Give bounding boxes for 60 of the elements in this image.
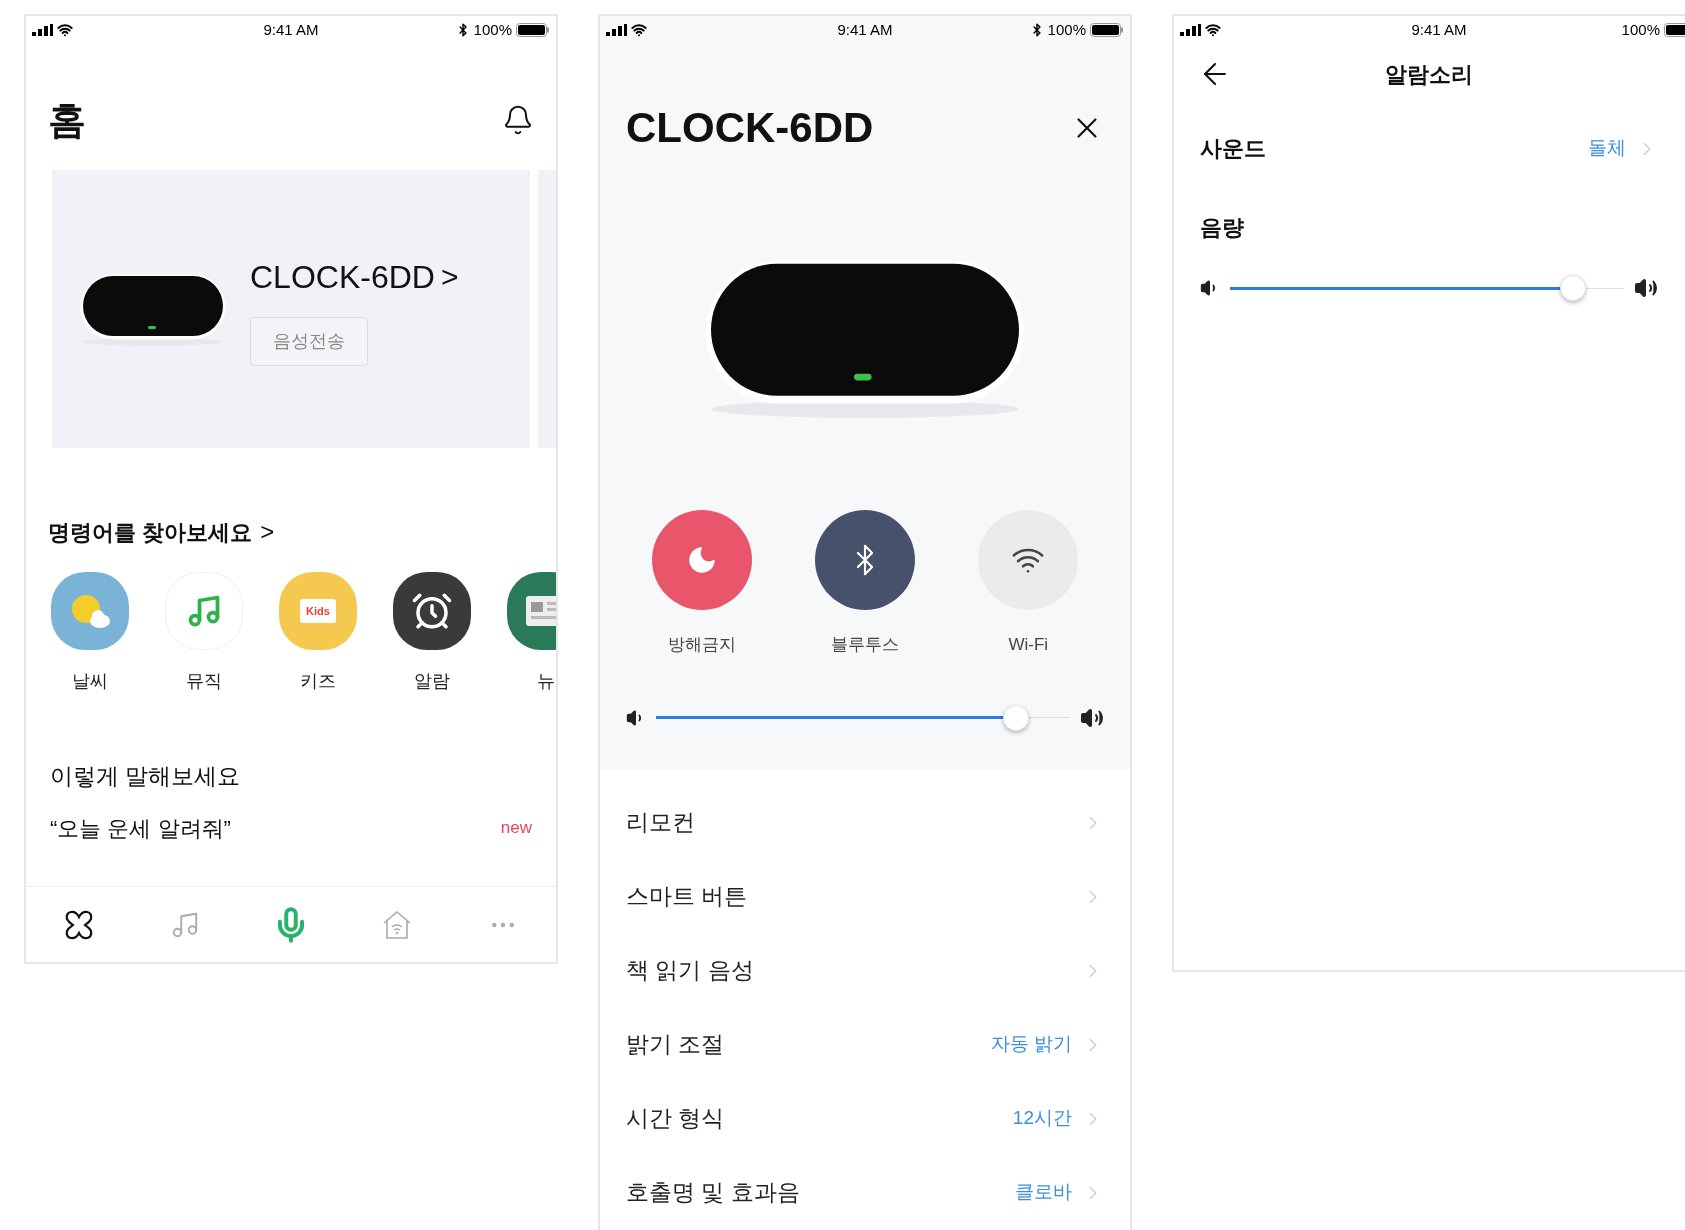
settings-label: 스마트 버튼 bbox=[626, 882, 748, 912]
bell-icon[interactable] bbox=[502, 104, 534, 136]
settings-label: 시간 형식 bbox=[626, 1104, 725, 1134]
page-title: 홈 bbox=[48, 97, 86, 143]
signal-icon bbox=[32, 24, 54, 36]
toggle-label: Wi-Fi bbox=[1008, 634, 1049, 656]
weather-icon[interactable] bbox=[51, 572, 129, 650]
screen-title: 알람소리 bbox=[1385, 60, 1473, 89]
volume-slider[interactable] bbox=[1230, 276, 1624, 300]
settings-label: 리모컨 bbox=[626, 808, 695, 838]
section-title[interactable]: 명령어를 찾아보세요 bbox=[48, 515, 253, 549]
home-wifi-icon[interactable] bbox=[381, 909, 413, 940]
settings-label: 호출명 및 효과음 bbox=[626, 1178, 800, 1208]
chevron-text: > bbox=[260, 517, 275, 547]
status-time: 9:41 AM bbox=[263, 19, 319, 40]
battery-icon bbox=[516, 23, 550, 37]
alarm-clock-icon[interactable] bbox=[393, 572, 471, 650]
volume-label: 음량 bbox=[1199, 214, 1245, 242]
settings-row[interactable]: 스마트 버튼 bbox=[600, 859, 1130, 934]
battery-icon bbox=[1090, 23, 1124, 37]
volume-high-icon bbox=[1634, 276, 1658, 300]
shortcut-label: 키즈 bbox=[300, 670, 336, 693]
settings-row[interactable]: 리모컨 bbox=[600, 785, 1130, 860]
battery-percent: 100% bbox=[1047, 19, 1086, 40]
settings-label: 책 읽기 음성 bbox=[626, 956, 754, 986]
kids-book-icon[interactable]: Kids bbox=[279, 572, 357, 650]
section-title: 이렇게 말해보세요 bbox=[49, 762, 242, 791]
suggestion-text[interactable]: “오늘 운세 알려줘” bbox=[50, 811, 231, 845]
signal-icon bbox=[606, 24, 628, 36]
settings-row[interactable]: 책 읽기 음성 bbox=[600, 933, 1130, 1008]
status-time: 9:41 AM bbox=[1411, 19, 1467, 40]
battery-percent: 100% bbox=[473, 19, 512, 40]
clover-icon[interactable] bbox=[63, 908, 95, 941]
settings-value: 자동 밝기 bbox=[990, 1032, 1072, 1057]
shortcut-label: 알람 bbox=[414, 670, 450, 693]
toggle-label: 블루투스 bbox=[831, 634, 899, 656]
wifi-icon bbox=[57, 22, 73, 38]
toggle-label: 방해금지 bbox=[667, 634, 736, 656]
device-card[interactable]: CLOCK-6DD > 음성전송 bbox=[52, 170, 530, 448]
new-label: new bbox=[500, 817, 532, 840]
signal-icon bbox=[1180, 24, 1202, 36]
settings-row[interactable]: 호출명 및 효과음 클로바 bbox=[600, 1155, 1130, 1230]
wifi-icon bbox=[1205, 22, 1221, 38]
music-note-icon[interactable] bbox=[165, 572, 243, 650]
device-name: CLOCK-6DD bbox=[250, 257, 435, 297]
chevron-text: > bbox=[440, 259, 459, 295]
wifi-icon bbox=[631, 22, 647, 38]
settings-row[interactable]: 시간 형식 12시간 bbox=[600, 1081, 1130, 1156]
settings-label: 밝기 조절 bbox=[626, 1030, 725, 1060]
battery-percent: 100% bbox=[1621, 19, 1660, 40]
volume-slider[interactable] bbox=[656, 705, 1070, 730]
device-title: CLOCK-6DD bbox=[626, 103, 874, 153]
shortcut-label: 날씨 bbox=[72, 670, 108, 693]
status-time: 9:41 AM bbox=[837, 19, 893, 40]
settings-row[interactable]: 밝기 조절 자동 밝기 bbox=[600, 1007, 1130, 1082]
settings-value: 12시간 bbox=[1012, 1106, 1072, 1131]
sound-label: 사운드 bbox=[1200, 135, 1266, 163]
settings-value: 클로바 bbox=[1015, 1180, 1072, 1205]
shortcut-label: 뉴 bbox=[537, 670, 555, 693]
shortcut-label: 뮤직 bbox=[186, 670, 222, 693]
